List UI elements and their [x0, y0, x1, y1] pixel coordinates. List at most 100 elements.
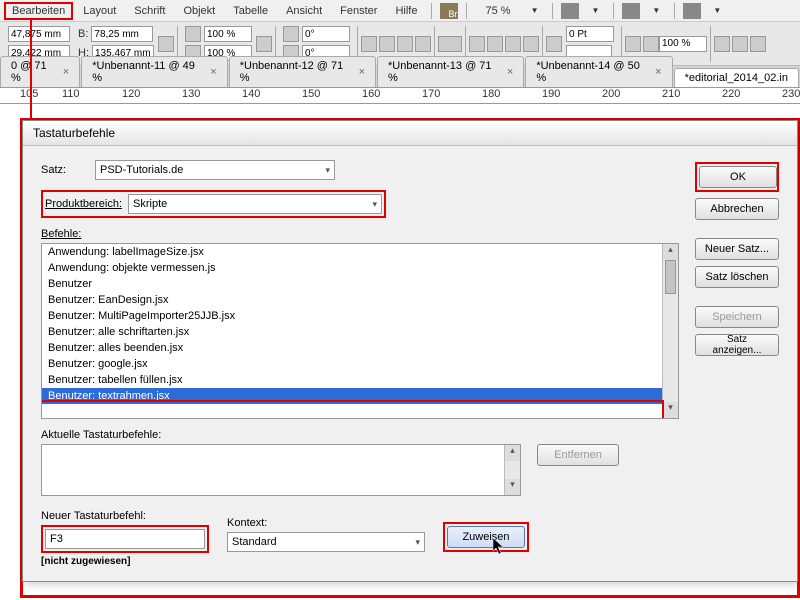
- effects-icon[interactable]: [625, 36, 641, 52]
- list-item[interactable]: Anwendung: objekte vermessen.js: [42, 260, 678, 276]
- arrange-icon[interactable]: [683, 3, 701, 19]
- list-item[interactable]: Benutzer: alles beenden.jsx: [42, 340, 678, 356]
- entfernen-button[interactable]: Entfernen: [537, 444, 619, 466]
- ruler-tick: 160: [362, 88, 380, 100]
- list-item[interactable]: Benutzer: textrahmen.jsx: [42, 388, 678, 404]
- list-item[interactable]: Benutzer: alle schriftarten.jsx: [42, 324, 678, 340]
- doc-tab-active[interactable]: *editorial_2014_02.in: [674, 68, 799, 87]
- width-field[interactable]: [91, 26, 153, 42]
- text-wrap-1-icon[interactable]: [714, 36, 730, 52]
- list-item[interactable]: Benutzer: tabellen füllen.jsx: [42, 372, 678, 388]
- scroll-down-icon[interactable]: ▾: [663, 402, 678, 418]
- separator: [552, 3, 553, 19]
- rotate-ccw-icon[interactable]: [379, 36, 395, 52]
- select-next-icon[interactable]: [523, 36, 539, 52]
- bridge-icon[interactable]: Br: [440, 3, 458, 19]
- keyboard-shortcuts-dialog: Tastaturbefehle Satz: PSD-Tutorials.de P…: [22, 120, 798, 582]
- fill-icon[interactable]: [546, 36, 562, 52]
- tab-label: *editorial_2014_02.in: [685, 72, 788, 84]
- select-content-icon[interactable]: [487, 36, 503, 52]
- dialog-title: Tastaturbefehle: [23, 121, 797, 146]
- satz-label: Satz:: [41, 164, 89, 176]
- doc-tab[interactable]: *Unbenannt-14 @ 50 %×: [525, 56, 672, 87]
- ruler-tick: 110: [62, 88, 80, 100]
- commands-listbox[interactable]: Anwendung: labelImageSize.jsxAnwendung: …: [41, 243, 679, 419]
- satz-loeschen-button[interactable]: Satz löschen: [695, 266, 779, 288]
- menu-layout[interactable]: Layout: [75, 2, 124, 20]
- b-label: B:: [78, 28, 88, 40]
- produktbereich-label: Produktbereich:: [45, 198, 122, 210]
- abbrechen-button[interactable]: Abbrechen: [695, 198, 779, 220]
- view-options-icon[interactable]: [561, 3, 579, 19]
- chevron-down-icon[interactable]: ▼: [523, 3, 547, 18]
- list-item[interactable]: Benutzer: [42, 276, 678, 292]
- opacity-field[interactable]: [659, 36, 707, 52]
- scroll-up-icon[interactable]: ▴: [505, 445, 520, 461]
- scroll-down-icon[interactable]: ▾: [505, 479, 520, 495]
- screen-mode-icon[interactable]: [622, 3, 640, 19]
- close-icon[interactable]: ×: [507, 66, 513, 78]
- current-shortcuts-box[interactable]: ▴ ▾: [41, 444, 521, 496]
- rotation-field[interactable]: [302, 26, 350, 42]
- close-icon[interactable]: ×: [63, 66, 69, 78]
- flip-h-icon[interactable]: [397, 36, 413, 52]
- list-item[interactable]: Anwendung: labelImageSize.jsx: [42, 244, 678, 260]
- scroll-thumb[interactable]: [665, 260, 676, 294]
- text-wrap-2-icon[interactable]: [732, 36, 748, 52]
- scrollbar[interactable]: ▴ ▾: [504, 445, 520, 495]
- scroll-up-icon[interactable]: ▴: [663, 244, 678, 260]
- select-prev-icon[interactable]: [505, 36, 521, 52]
- unassigned-note: [nicht zugewiesen]: [41, 556, 209, 567]
- new-shortcut-input[interactable]: [45, 529, 205, 549]
- flip-v-icon[interactable]: [415, 36, 431, 52]
- zuweisen-button[interactable]: Zuweisen: [447, 526, 525, 548]
- ruler-tick: 180: [482, 88, 500, 100]
- select-container-icon[interactable]: [469, 36, 485, 52]
- constrain-scale-icon[interactable]: [256, 36, 272, 52]
- menu-objekt[interactable]: Objekt: [175, 2, 223, 20]
- chevron-down-icon[interactable]: ▼: [705, 3, 729, 18]
- doc-tab[interactable]: *Unbenannt-13 @ 71 %×: [377, 56, 524, 87]
- ok-button[interactable]: OK: [699, 166, 777, 188]
- produktbereich-combo[interactable]: Skripte: [128, 194, 382, 214]
- satz-combo[interactable]: PSD-Tutorials.de: [95, 160, 335, 180]
- tab-label: *Unbenannt-11 @ 49 %: [92, 60, 206, 84]
- constrain-icon[interactable]: [158, 36, 174, 52]
- chevron-down-icon[interactable]: ▼: [583, 3, 607, 18]
- x-field[interactable]: [8, 26, 70, 42]
- ruler-tick: 230: [782, 88, 800, 100]
- menu-bearbeiten[interactable]: Bearbeiten: [4, 2, 73, 20]
- menu-hilfe[interactable]: Hilfe: [387, 2, 425, 20]
- close-icon[interactable]: ×: [655, 66, 661, 78]
- zoom-level[interactable]: 75 %: [477, 2, 518, 20]
- doc-tab[interactable]: 0 @ 71 %×: [0, 56, 80, 87]
- rotate-cw-icon[interactable]: [361, 36, 377, 52]
- wrap-icon[interactable]: [643, 36, 659, 52]
- chevron-down-icon[interactable]: ▼: [644, 3, 668, 18]
- close-icon[interactable]: ×: [359, 66, 365, 78]
- speichern-button[interactable]: Speichern: [695, 306, 779, 328]
- combo-value: Skripte: [133, 198, 167, 210]
- paragraph-style-icon[interactable]: [438, 36, 462, 52]
- stroke-weight-field[interactable]: [566, 26, 614, 42]
- kontext-combo[interactable]: Standard: [227, 532, 425, 552]
- scale-x-field[interactable]: [204, 26, 252, 42]
- list-item[interactable]: Benutzer: EanDesign.jsx: [42, 292, 678, 308]
- satz-anzeigen-button[interactable]: Satz anzeigen...: [695, 334, 779, 356]
- list-item[interactable]: Benutzer: MultiPageImporter25JJB.jsx: [42, 308, 678, 324]
- ruler-tick: 130: [182, 88, 200, 100]
- menu-tabelle[interactable]: Tabelle: [225, 2, 276, 20]
- annotation-line: [30, 20, 32, 120]
- list-item[interactable]: Benutzer: google.jsx: [42, 356, 678, 372]
- neuer-satz-button[interactable]: Neuer Satz...: [695, 238, 779, 260]
- separator: [613, 3, 614, 19]
- doc-tab[interactable]: *Unbenannt-12 @ 71 %×: [229, 56, 376, 87]
- separator: [431, 3, 432, 19]
- menu-schrift[interactable]: Schrift: [126, 2, 173, 20]
- menu-fenster[interactable]: Fenster: [332, 2, 385, 20]
- text-wrap-3-icon[interactable]: [750, 36, 766, 52]
- doc-tab[interactable]: *Unbenannt-11 @ 49 % ×: [81, 56, 228, 87]
- close-icon[interactable]: ×: [210, 66, 216, 78]
- scrollbar[interactable]: ▴ ▾: [662, 244, 678, 418]
- menu-ansicht[interactable]: Ansicht: [278, 2, 330, 20]
